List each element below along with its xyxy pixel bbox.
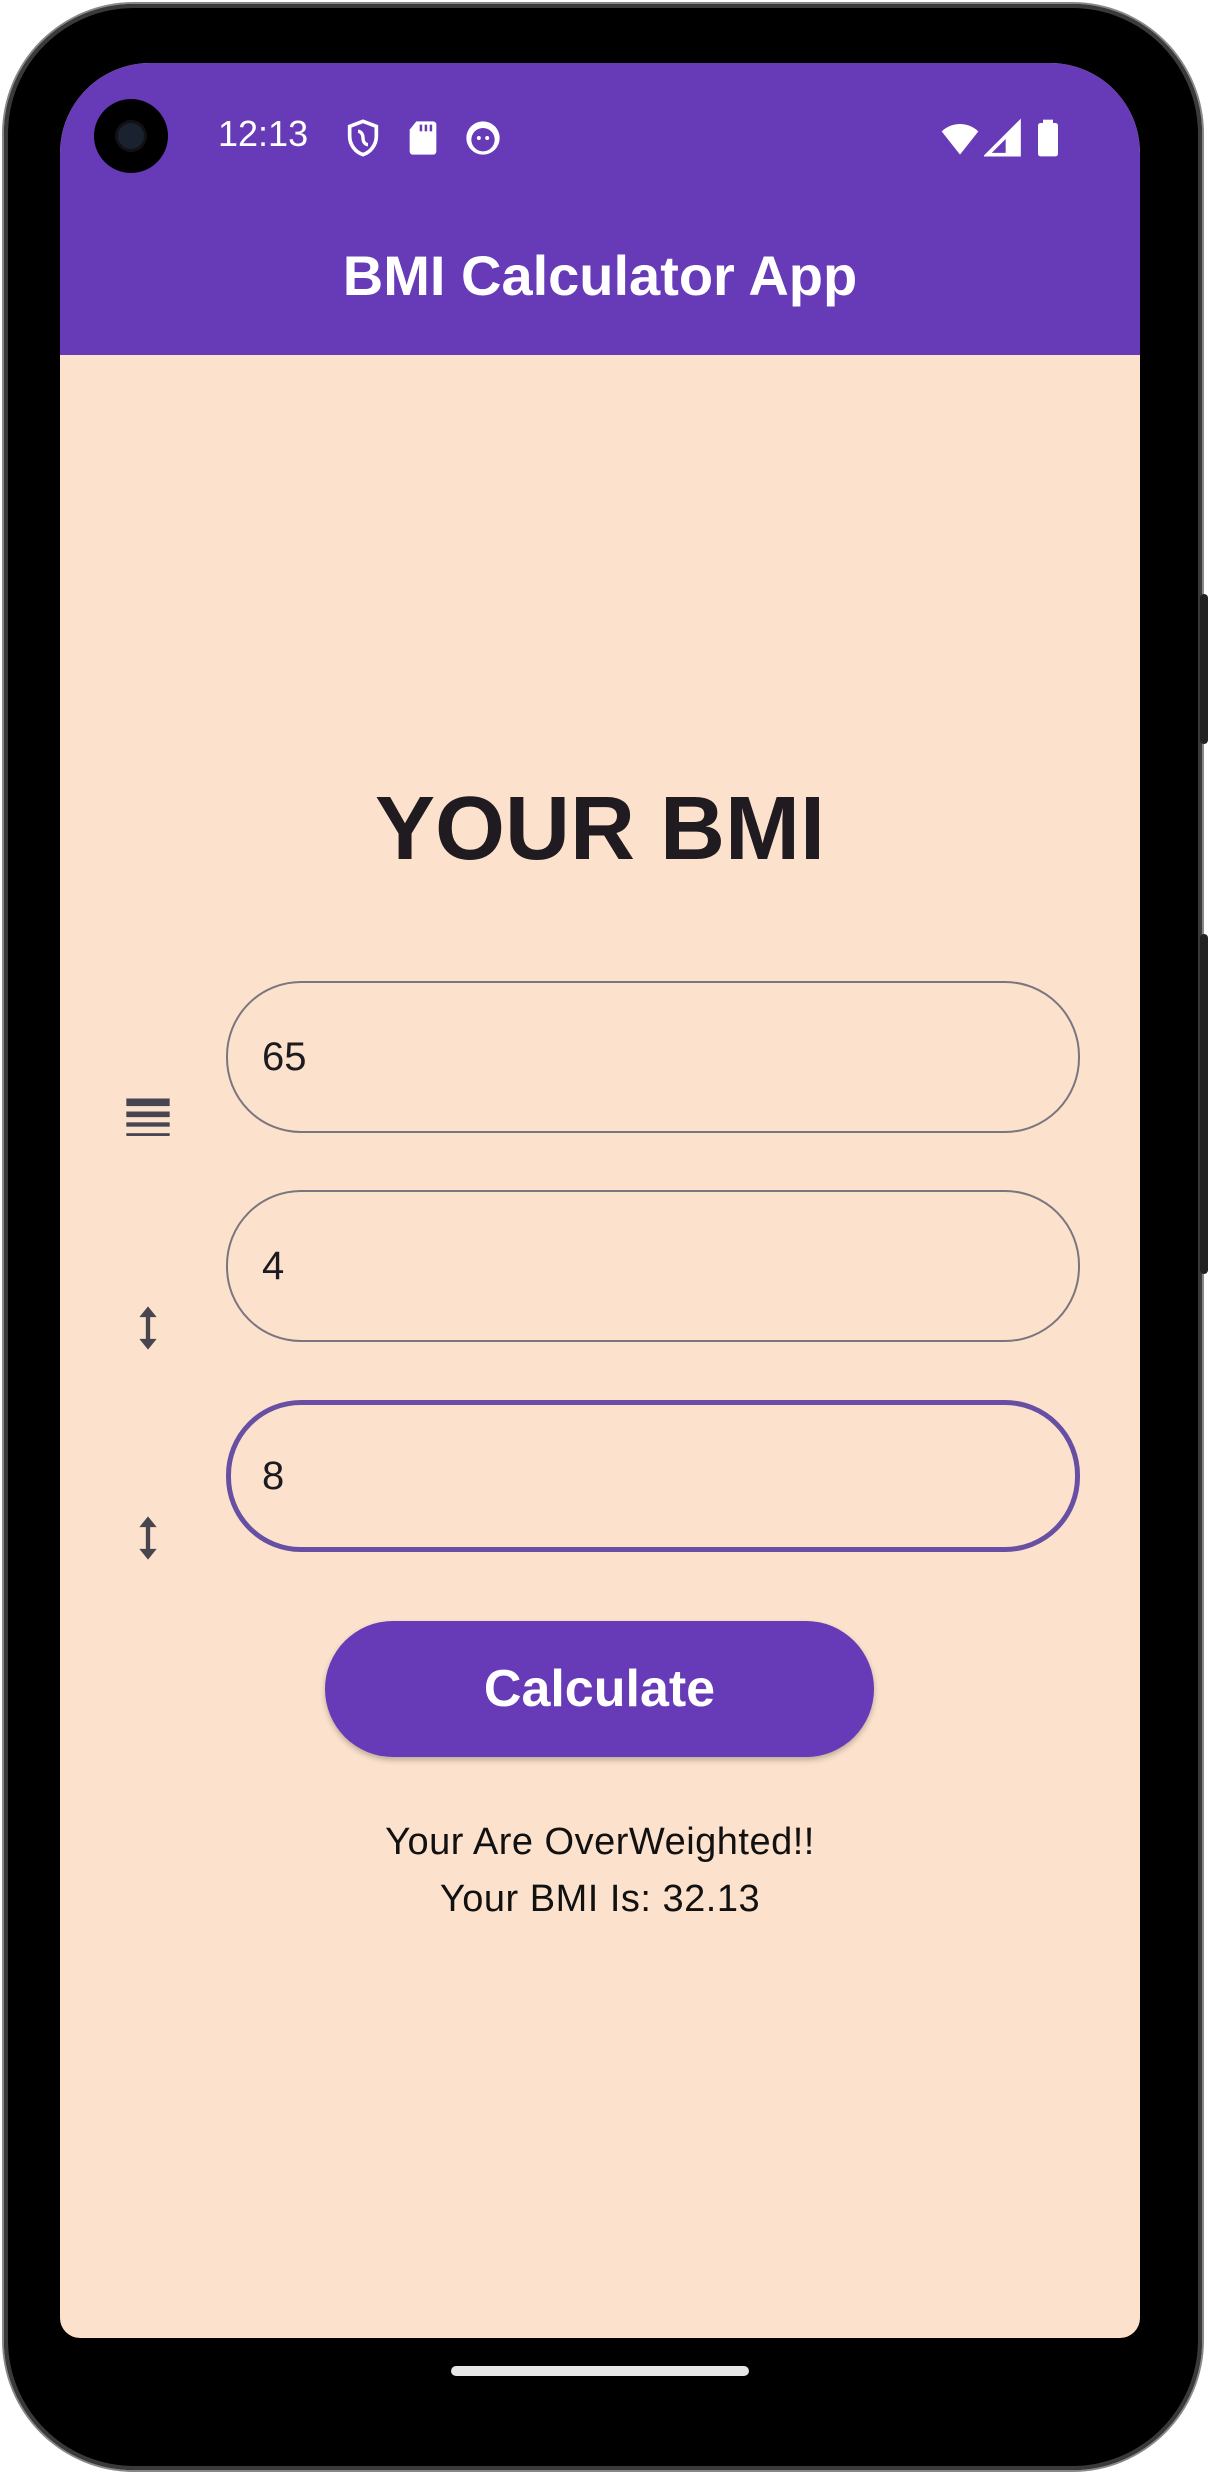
page-heading: YOUR BMI bbox=[375, 779, 825, 879]
calculate-button[interactable]: Calculate bbox=[325, 1621, 874, 1757]
height-inches-input[interactable] bbox=[226, 1400, 1080, 1552]
shield-icon bbox=[347, 119, 379, 157]
height-inches-arrow-icon bbox=[139, 1516, 157, 1560]
result-bmi: Your BMI Is: 32.13 bbox=[439, 1878, 761, 1920]
volume-button bbox=[1200, 934, 1208, 1274]
power-button bbox=[1200, 594, 1208, 744]
sd-card-icon bbox=[409, 121, 437, 155]
wifi-icon bbox=[941, 124, 979, 155]
weight-input[interactable] bbox=[226, 981, 1080, 1133]
height-feet-input[interactable] bbox=[226, 1190, 1080, 1342]
screen: 12:13 BMI Calculator App YOUR BMI Calcul… bbox=[60, 63, 1140, 2338]
battery-icon bbox=[1038, 119, 1058, 157]
status-time: 12:13 bbox=[218, 113, 309, 154]
height-feet-arrow-icon bbox=[139, 1306, 157, 1350]
app-bar: 12:13 BMI Calculator App bbox=[60, 63, 1140, 355]
weight-lines-icon bbox=[126, 1098, 170, 1136]
home-gesture-bar[interactable] bbox=[451, 2366, 749, 2376]
result-status: Your Are OverWeighted!! bbox=[385, 1821, 815, 1863]
camera-icon bbox=[94, 99, 168, 173]
app-title: BMI Calculator App bbox=[342, 244, 858, 307]
cat-face-icon bbox=[466, 121, 500, 155]
signal-icon bbox=[984, 118, 1021, 157]
